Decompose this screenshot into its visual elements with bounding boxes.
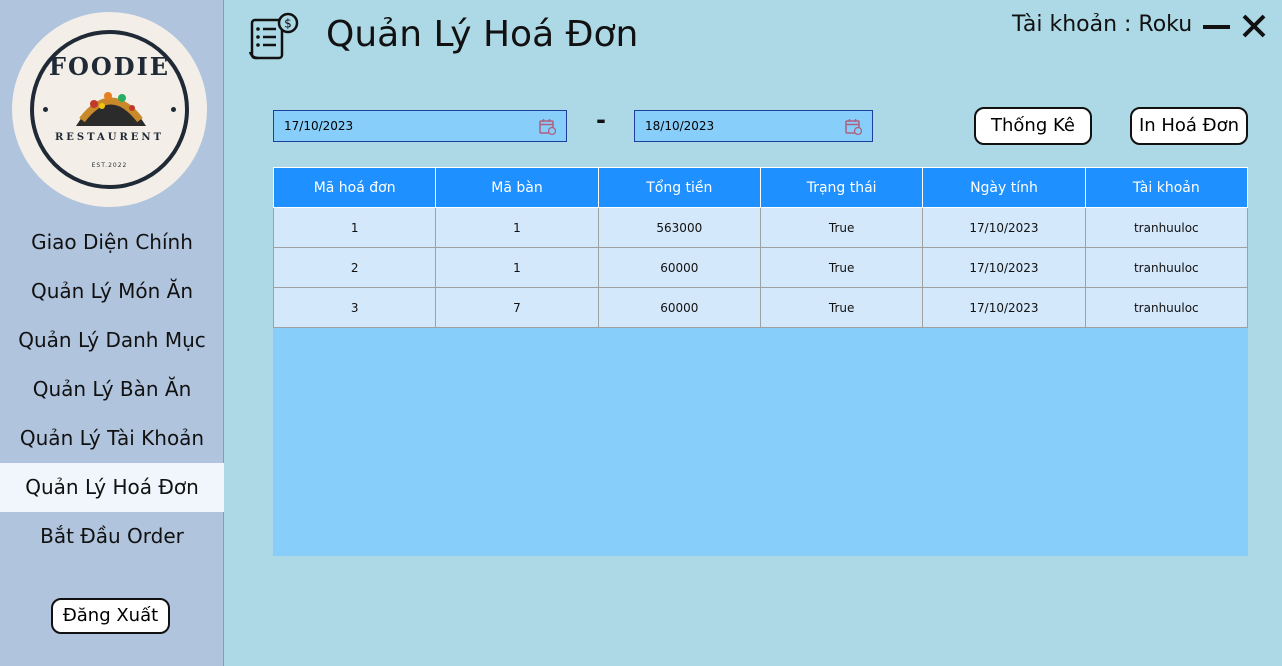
close-icon[interactable] — [1240, 12, 1268, 40]
logo-tagline: RESTAURENT — [54, 132, 165, 143]
to-date-picker[interactable]: 18/10/2023 — [634, 110, 873, 142]
column-header[interactable]: Ngày tính — [922, 167, 1086, 208]
table-cell[interactable]: True — [759, 287, 924, 328]
sidebar: FOODIE RESTAURENT EST.2022 Giao Diện Chí… — [0, 0, 224, 666]
page-title: Quản Lý Hoá Đơn — [326, 14, 639, 55]
table-cell[interactable]: 563000 — [597, 207, 761, 248]
minimize-icon[interactable] — [1202, 14, 1232, 40]
table-cell[interactable]: tranhuuloc — [1084, 287, 1249, 328]
table-cell[interactable]: True — [759, 247, 924, 288]
table-row[interactable]: 3 7 60000 True 17/10/2023 tranhuuloc — [272, 287, 1249, 328]
table-row[interactable]: 2 1 60000 True 17/10/2023 tranhuuloc — [272, 247, 1249, 288]
calendar-icon[interactable] — [539, 118, 556, 135]
invoice-grid[interactable]: Mã hoá đơn Mã bàn Tổng tiền Trạng thái N… — [272, 167, 1249, 556]
svg-text:$: $ — [284, 17, 292, 31]
sidebar-item-categories[interactable]: Quản Lý Danh Mục — [0, 316, 224, 365]
to-date-value: 18/10/2023 — [645, 119, 715, 133]
taco-icon — [76, 92, 146, 126]
column-header[interactable]: Trạng thái — [759, 167, 924, 208]
table-cell[interactable]: tranhuuloc — [1084, 207, 1249, 248]
logo-est: EST.2022 — [91, 162, 128, 169]
logo-dot-right — [171, 107, 176, 112]
table-cell[interactable]: 60000 — [597, 287, 761, 328]
table-cell[interactable]: 7 — [435, 287, 599, 328]
logo-dot-left — [43, 107, 48, 112]
date-separator: - — [596, 106, 606, 134]
column-header[interactable]: Tổng tiền — [597, 167, 761, 208]
table-cell[interactable]: 17/10/2023 — [922, 287, 1086, 328]
table-row[interactable]: 1 1 563000 True 17/10/2023 tranhuuloc — [272, 207, 1249, 248]
table-cell[interactable]: 60000 — [597, 247, 761, 288]
account-label: Tài khoản : Roku — [1012, 12, 1193, 37]
print-invoice-button[interactable]: In Hoá Đơn — [1130, 107, 1248, 145]
table-cell[interactable]: tranhuuloc — [1084, 247, 1249, 288]
calendar-icon[interactable] — [845, 118, 862, 135]
from-date-picker[interactable]: 17/10/2023 — [273, 110, 567, 142]
table-cell[interactable]: 2 — [272, 247, 437, 288]
column-header[interactable]: Mã bàn — [435, 167, 599, 208]
table-cell[interactable]: 17/10/2023 — [922, 207, 1086, 248]
sidebar-item-dishes[interactable]: Quản Lý Món Ăn — [0, 267, 224, 316]
column-header[interactable]: Tài khoản — [1084, 167, 1249, 208]
table-cell[interactable]: 1 — [272, 207, 437, 248]
sidebar-item-main[interactable]: Giao Diện Chính — [0, 218, 224, 267]
table-cell[interactable]: 3 — [272, 287, 437, 328]
sidebar-item-tables[interactable]: Quản Lý Bàn Ăn — [0, 365, 224, 414]
table-cell[interactable]: 17/10/2023 — [922, 247, 1086, 288]
column-header[interactable]: Mã hoá đơn — [272, 167, 437, 208]
sidebar-nav: Giao Diện Chính Quản Lý Món Ăn Quản Lý D… — [0, 218, 224, 561]
restaurant-logo: FOODIE RESTAURENT EST.2022 — [12, 12, 207, 207]
logo-name: FOODIE — [48, 52, 171, 81]
sidebar-item-accounts[interactable]: Quản Lý Tài Khoản — [0, 414, 224, 463]
sidebar-item-invoices[interactable]: Quản Lý Hoá Đơn — [0, 463, 224, 512]
table-cell[interactable]: 1 — [435, 247, 599, 288]
invoice-table: Mã hoá đơn Mã bàn Tổng tiền Trạng thái N… — [272, 167, 1249, 328]
table-header-row: Mã hoá đơn Mã bàn Tổng tiền Trạng thái N… — [272, 167, 1249, 208]
table-cell[interactable]: True — [759, 207, 924, 248]
statistics-button[interactable]: Thống Kê — [974, 107, 1092, 145]
sidebar-item-start-order[interactable]: Bắt Đầu Order — [0, 512, 224, 561]
table-cell[interactable]: 1 — [435, 207, 599, 248]
from-date-value: 17/10/2023 — [284, 119, 354, 133]
invoice-icon: $ — [248, 12, 299, 60]
logout-button[interactable]: Đăng Xuất — [51, 598, 170, 634]
